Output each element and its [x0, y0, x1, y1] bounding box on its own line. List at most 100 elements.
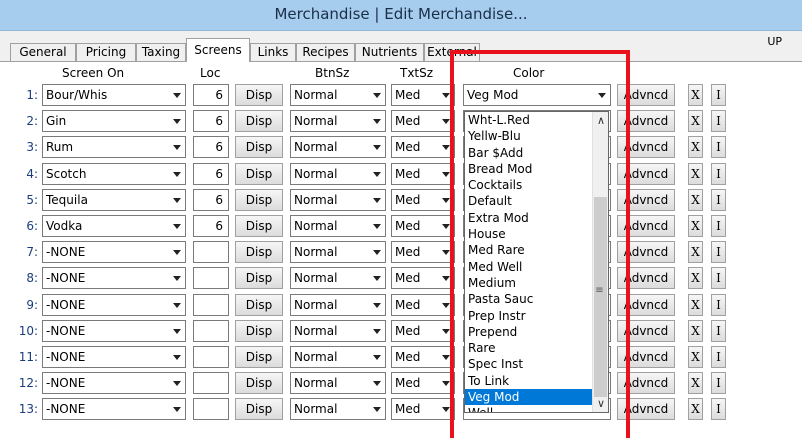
txtsz-select[interactable]: Med	[391, 215, 455, 237]
info-i-button[interactable]: I	[711, 215, 726, 237]
advanced-button[interactable]: Advncd	[617, 294, 675, 316]
screen-on-select[interactable]: -NONE	[42, 294, 186, 316]
tab-taxing[interactable]: Taxing	[136, 43, 186, 62]
loc-field[interactable]	[193, 320, 229, 342]
delete-x-button[interactable]: X	[688, 163, 703, 185]
loc-field[interactable]: 6	[193, 84, 229, 106]
info-i-button[interactable]: I	[711, 320, 726, 342]
scroll-down-arrow-icon[interactable]: ∨	[593, 395, 608, 412]
disp-button[interactable]: Disp	[235, 372, 283, 394]
info-i-button[interactable]: I	[711, 163, 726, 185]
color-option[interactable]: Bread Mod	[465, 161, 608, 177]
btnsz-select[interactable]: Normal	[290, 372, 386, 394]
txtsz-select[interactable]: Med	[391, 294, 455, 316]
txtsz-select[interactable]: Med	[391, 110, 455, 132]
txtsz-select[interactable]: Med	[391, 84, 455, 106]
delete-x-button[interactable]: X	[688, 294, 703, 316]
disp-button[interactable]: Disp	[235, 163, 283, 185]
screen-on-select[interactable]: -NONE	[42, 241, 186, 263]
disp-button[interactable]: Disp	[235, 215, 283, 237]
tab-links[interactable]: Links	[250, 43, 296, 62]
screen-on-select[interactable]: Rum	[42, 136, 186, 158]
scroll-up-arrow-icon[interactable]: ∧	[593, 112, 608, 129]
advanced-button[interactable]: Advncd	[617, 267, 675, 289]
screen-on-select[interactable]: -NONE	[42, 372, 186, 394]
screen-on-select[interactable]: -NONE	[42, 267, 186, 289]
delete-x-button[interactable]: X	[688, 84, 703, 106]
advanced-button[interactable]: Advncd	[617, 346, 675, 368]
txtsz-select[interactable]: Med	[391, 241, 455, 263]
delete-x-button[interactable]: X	[688, 372, 703, 394]
disp-button[interactable]: Disp	[235, 84, 283, 106]
color-option[interactable]: Rare	[465, 340, 608, 356]
tab-external[interactable]: External	[424, 43, 480, 62]
loc-field[interactable]	[193, 294, 229, 316]
txtsz-select[interactable]: Med	[391, 346, 455, 368]
loc-field[interactable]: 6	[193, 136, 229, 158]
disp-button[interactable]: Disp	[235, 320, 283, 342]
advanced-button[interactable]: Advncd	[617, 110, 675, 132]
btnsz-select[interactable]: Normal	[290, 110, 386, 132]
txtsz-select[interactable]: Med	[391, 189, 455, 211]
color-option[interactable]: Extra Mod	[465, 210, 608, 226]
info-i-button[interactable]: I	[711, 398, 726, 420]
color-option[interactable]: To Link	[465, 373, 608, 389]
info-i-button[interactable]: I	[711, 294, 726, 316]
tab-pricing[interactable]: Pricing	[76, 43, 136, 62]
delete-x-button[interactable]: X	[688, 398, 703, 420]
screen-on-select[interactable]: Vodka	[42, 215, 186, 237]
color-option[interactable]: Cocktails	[465, 177, 608, 193]
disp-button[interactable]: Disp	[235, 346, 283, 368]
screen-on-select[interactable]: Gin	[42, 110, 186, 132]
delete-x-button[interactable]: X	[688, 267, 703, 289]
dropdown-scrollbar[interactable]: ∧ ≡ ∨	[592, 112, 608, 412]
color-option[interactable]: Well	[465, 405, 608, 412]
disp-button[interactable]: Disp	[235, 398, 283, 420]
advanced-button[interactable]: Advncd	[617, 398, 675, 420]
color-option[interactable]: Medium	[465, 275, 608, 291]
scroll-thumb[interactable]	[594, 197, 607, 397]
tab-general[interactable]: General	[10, 43, 76, 62]
btnsz-select[interactable]: Normal	[290, 136, 386, 158]
delete-x-button[interactable]: X	[688, 110, 703, 132]
color-option[interactable]: Default	[465, 193, 608, 209]
info-i-button[interactable]: I	[711, 346, 726, 368]
tab-recipes[interactable]: Recipes	[296, 43, 355, 62]
advanced-button[interactable]: Advncd	[617, 84, 675, 106]
info-i-button[interactable]: I	[711, 84, 726, 106]
btnsz-select[interactable]: Normal	[290, 294, 386, 316]
btnsz-select[interactable]: Normal	[290, 84, 386, 106]
color-option[interactable]: Wht-L.Red	[465, 112, 608, 128]
txtsz-select[interactable]: Med	[391, 320, 455, 342]
txtsz-select[interactable]: Med	[391, 267, 455, 289]
advanced-button[interactable]: Advncd	[617, 372, 675, 394]
btnsz-select[interactable]: Normal	[290, 189, 386, 211]
disp-button[interactable]: Disp	[235, 267, 283, 289]
btnsz-select[interactable]: Normal	[290, 241, 386, 263]
tab-screens[interactable]: Screens	[186, 38, 250, 62]
advanced-button[interactable]: Advncd	[617, 163, 675, 185]
color-select[interactable]: Veg Mod	[463, 84, 611, 106]
txtsz-select[interactable]: Med	[391, 136, 455, 158]
info-i-button[interactable]: I	[711, 241, 726, 263]
btnsz-select[interactable]: Normal	[290, 215, 386, 237]
loc-field[interactable]: 6	[193, 189, 229, 211]
screen-on-select[interactable]: -NONE	[42, 346, 186, 368]
screen-on-select[interactable]: Tequila	[42, 189, 186, 211]
delete-x-button[interactable]: X	[688, 136, 703, 158]
delete-x-button[interactable]: X	[688, 346, 703, 368]
btnsz-select[interactable]: Normal	[290, 346, 386, 368]
delete-x-button[interactable]: X	[688, 189, 703, 211]
info-i-button[interactable]: I	[711, 372, 726, 394]
disp-button[interactable]: Disp	[235, 189, 283, 211]
color-option[interactable]: Prepend	[465, 324, 608, 340]
btnsz-select[interactable]: Normal	[290, 267, 386, 289]
delete-x-button[interactable]: X	[688, 320, 703, 342]
advanced-button[interactable]: Advncd	[617, 136, 675, 158]
color-option[interactable]: House	[465, 226, 608, 242]
info-i-button[interactable]: I	[711, 267, 726, 289]
delete-x-button[interactable]: X	[688, 241, 703, 263]
screen-on-select[interactable]: -NONE	[42, 320, 186, 342]
color-option[interactable]: Spec Inst	[465, 356, 608, 372]
info-i-button[interactable]: I	[711, 136, 726, 158]
